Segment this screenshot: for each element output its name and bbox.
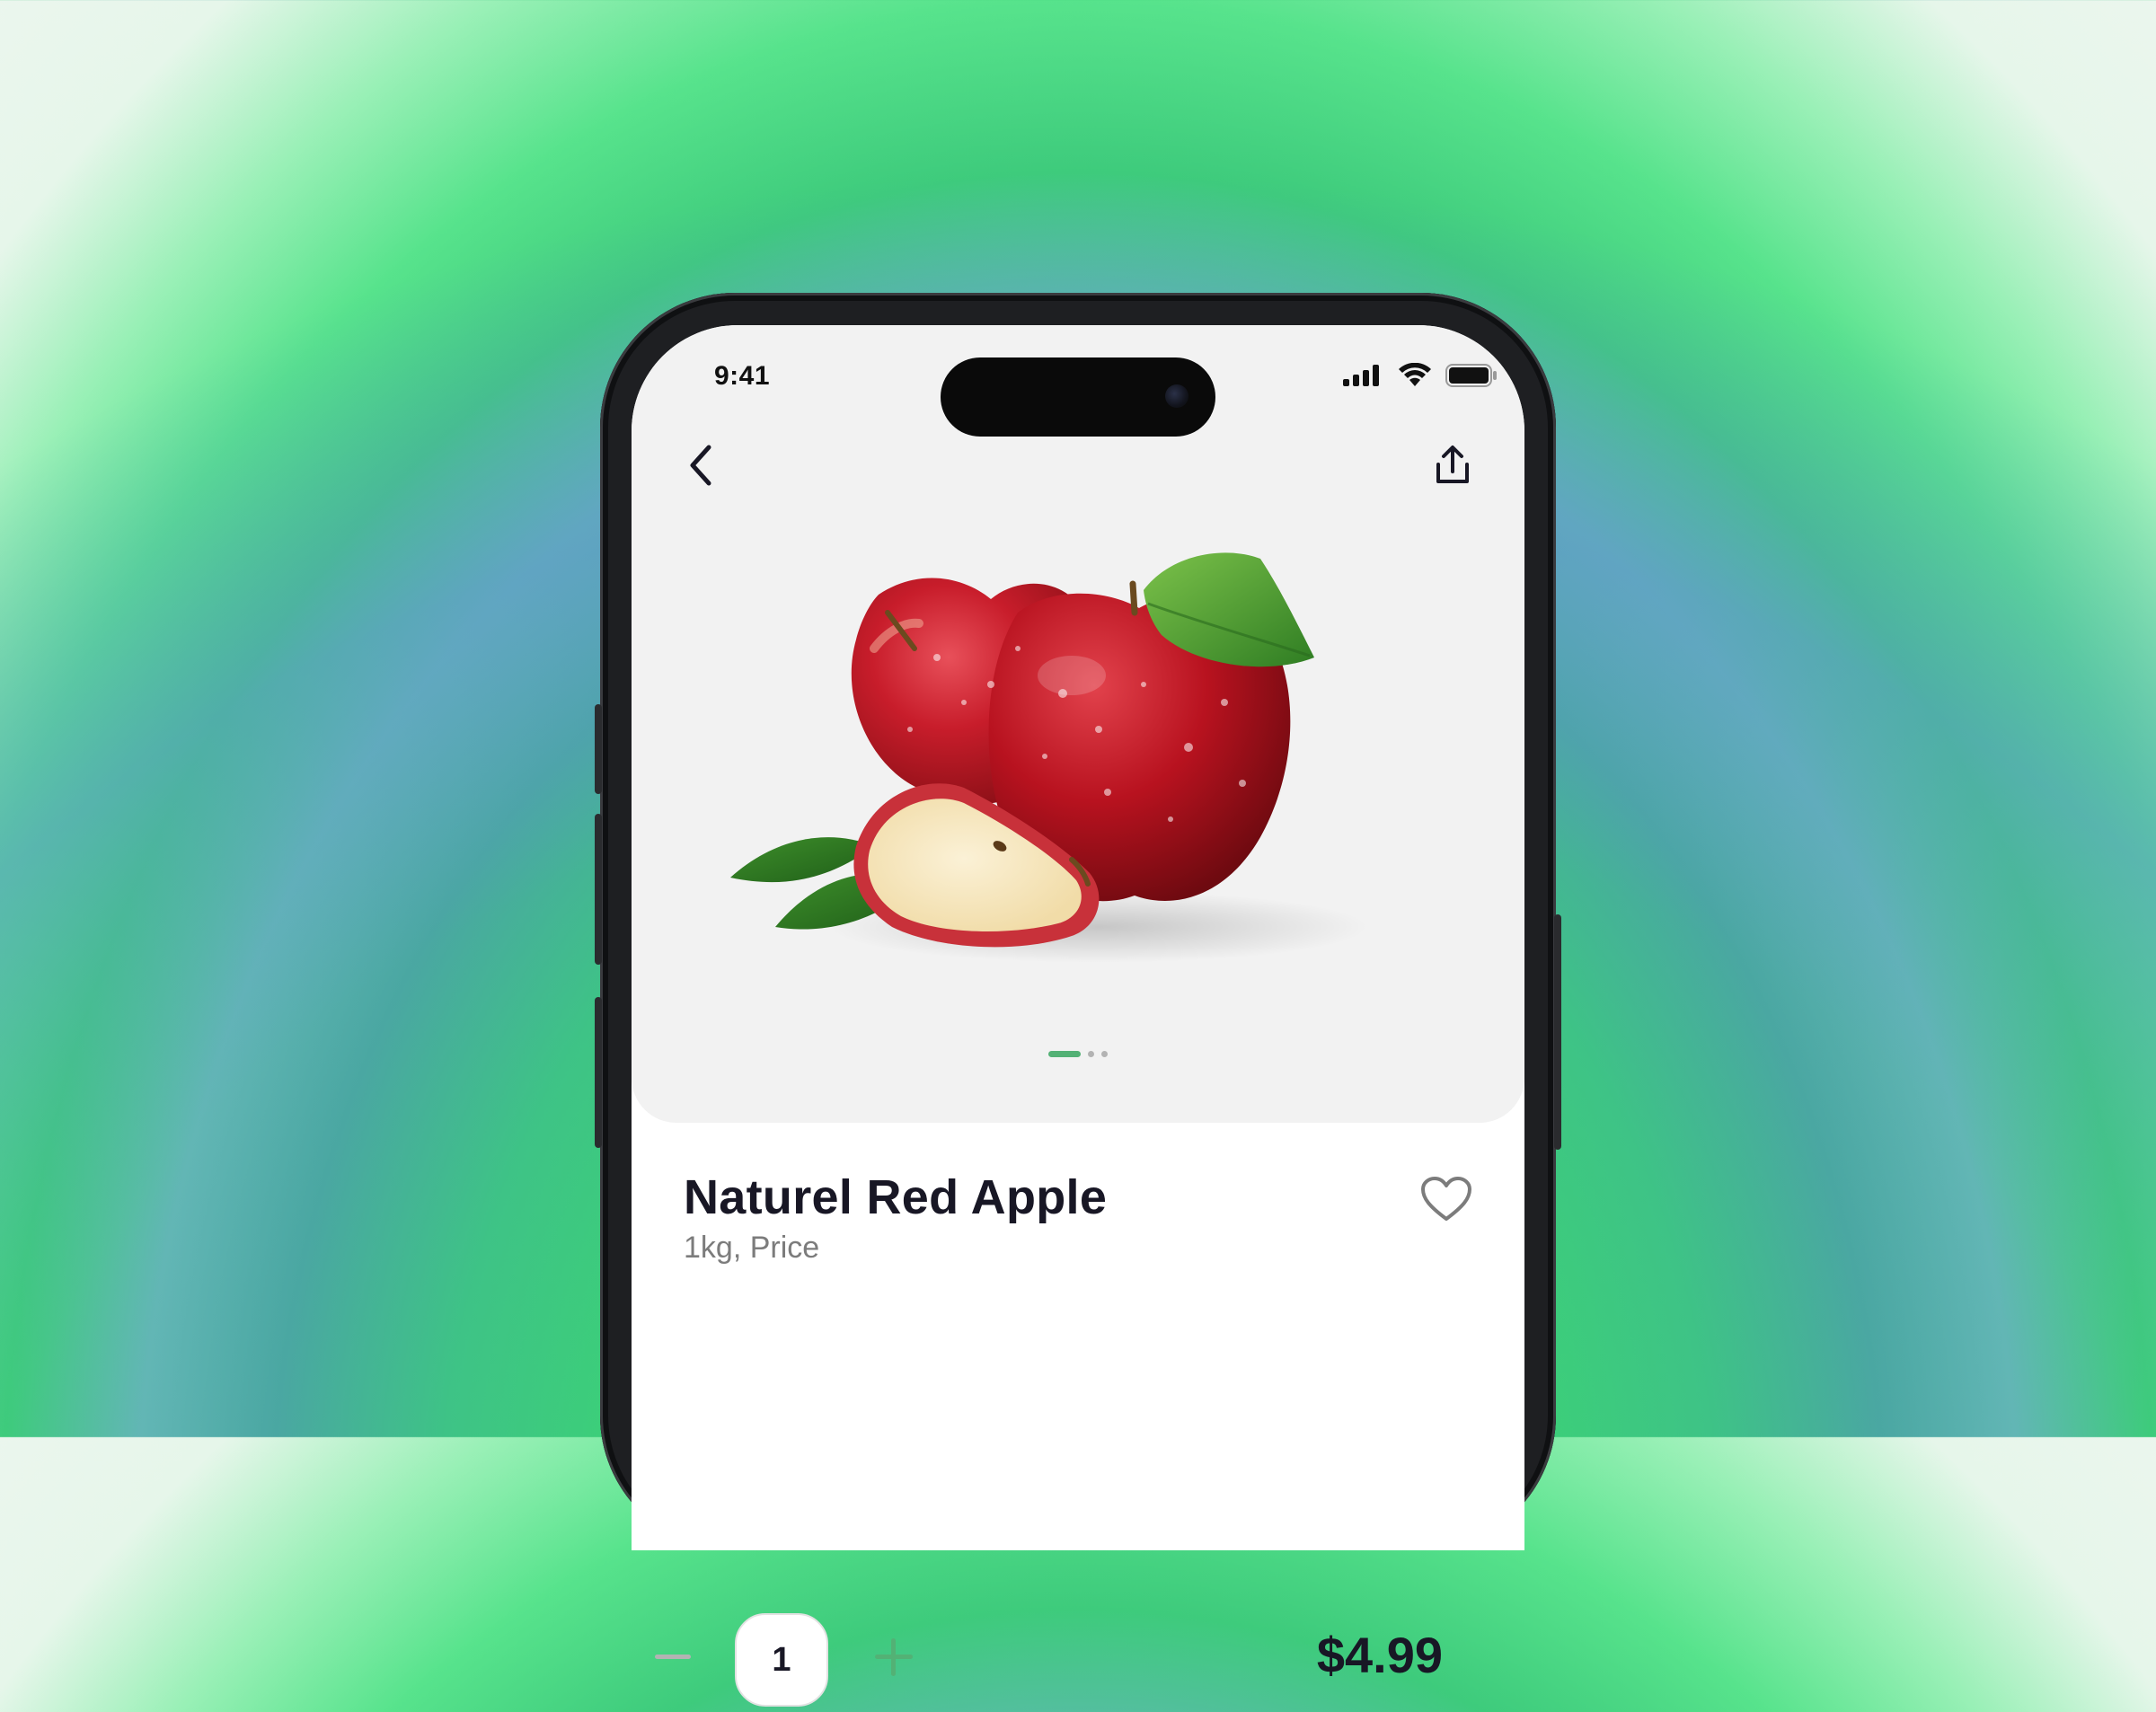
carousel-dot-active[interactable]	[1048, 1051, 1081, 1057]
status-time: 9:41	[714, 361, 771, 391]
product-subtitle: 1kg, Price	[684, 1231, 820, 1265]
product-price: $4.99	[1316, 1627, 1443, 1683]
product-title: Naturel Red Apple	[684, 1170, 1108, 1224]
chevron-left-icon	[690, 445, 711, 486]
volume-up-button	[595, 814, 602, 965]
minus-icon	[655, 1655, 691, 1659]
carousel-indicator	[632, 1051, 1524, 1057]
volume-down-button	[595, 997, 602, 1148]
product-image-red-apple	[730, 552, 1368, 963]
plus-icon	[875, 1638, 913, 1676]
quantity-price-row: 1 $4.99	[652, 1613, 1443, 1712]
phone-frame: 9:41 Naturel Red Apple 1kg, Price 1 $4.9…	[595, 293, 1561, 1707]
favorite-button[interactable]	[1415, 1168, 1478, 1231]
share-icon	[1436, 446, 1469, 483]
carousel-dot[interactable]	[1101, 1051, 1108, 1057]
power-button	[1554, 914, 1561, 1150]
quantity-field[interactable]: 1	[735, 1613, 828, 1707]
dynamic-island	[941, 357, 1215, 437]
wifi-icon	[1399, 363, 1431, 386]
share-button[interactable]	[1426, 438, 1480, 492]
heart-icon	[1421, 1177, 1471, 1221]
front-camera	[1165, 384, 1188, 408]
status-icons	[1343, 363, 1498, 388]
cellular-signal-icon	[1343, 365, 1379, 386]
battery-icon	[1445, 364, 1497, 387]
decrease-quantity-button[interactable]	[652, 1637, 694, 1678]
carousel-dot[interactable]	[1088, 1051, 1094, 1057]
action-button	[595, 704, 602, 794]
product-hero: 9:41	[632, 325, 1524, 1123]
app-screen: 9:41 Naturel Red Apple 1kg, Price	[632, 325, 1524, 1550]
back-button[interactable]	[675, 438, 729, 492]
increase-quantity-button[interactable]	[873, 1637, 915, 1678]
